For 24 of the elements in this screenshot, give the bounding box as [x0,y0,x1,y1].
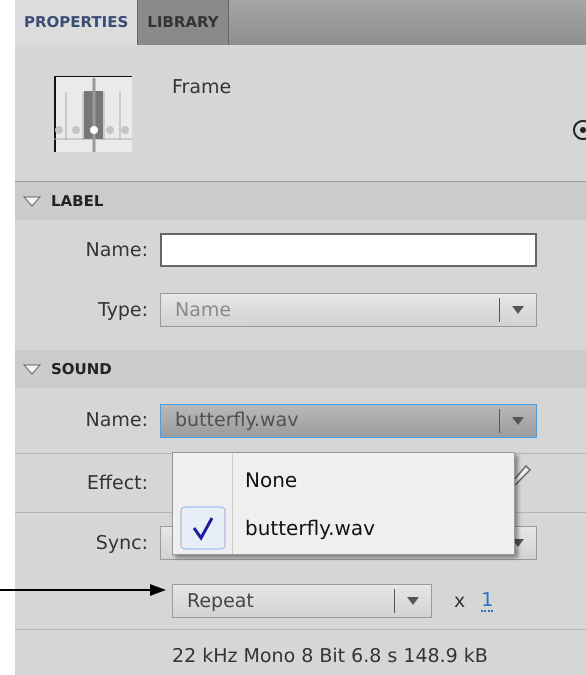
help-icon[interactable] [572,119,586,141]
field-label: Name: [84,408,149,434]
checkmark-icon [180,506,226,550]
field-label: Effect: [86,470,149,496]
field-label: Name: [84,238,149,263]
menu-item[interactable]: None [173,457,514,503]
sound-info: 22 kHz Mono 8 Bit 6.8 s 148.9 kB [172,644,489,669]
frame-icon [54,76,132,152]
caret-icon [407,597,419,605]
tab[interactable]: LIBRARY [138,0,229,45]
triangle-icon [23,364,41,374]
field-label: Sync: [94,530,149,556]
caret-icon [512,416,524,424]
name-field[interactable] [160,233,537,267]
menu-item[interactable]: butterfly.wav [173,505,514,551]
object-type-label: Frame [172,75,232,100]
section-header[interactable]: SOUND [15,350,586,388]
field-label: Type: [96,298,149,323]
section-header[interactable]: LABEL [15,182,586,220]
dropdown[interactable]: Repeat [172,584,432,618]
caret-icon [512,306,524,314]
triangle-icon [23,196,41,206]
tab[interactable]: PROPERTIES [15,0,138,45]
times-label: x [454,588,466,614]
